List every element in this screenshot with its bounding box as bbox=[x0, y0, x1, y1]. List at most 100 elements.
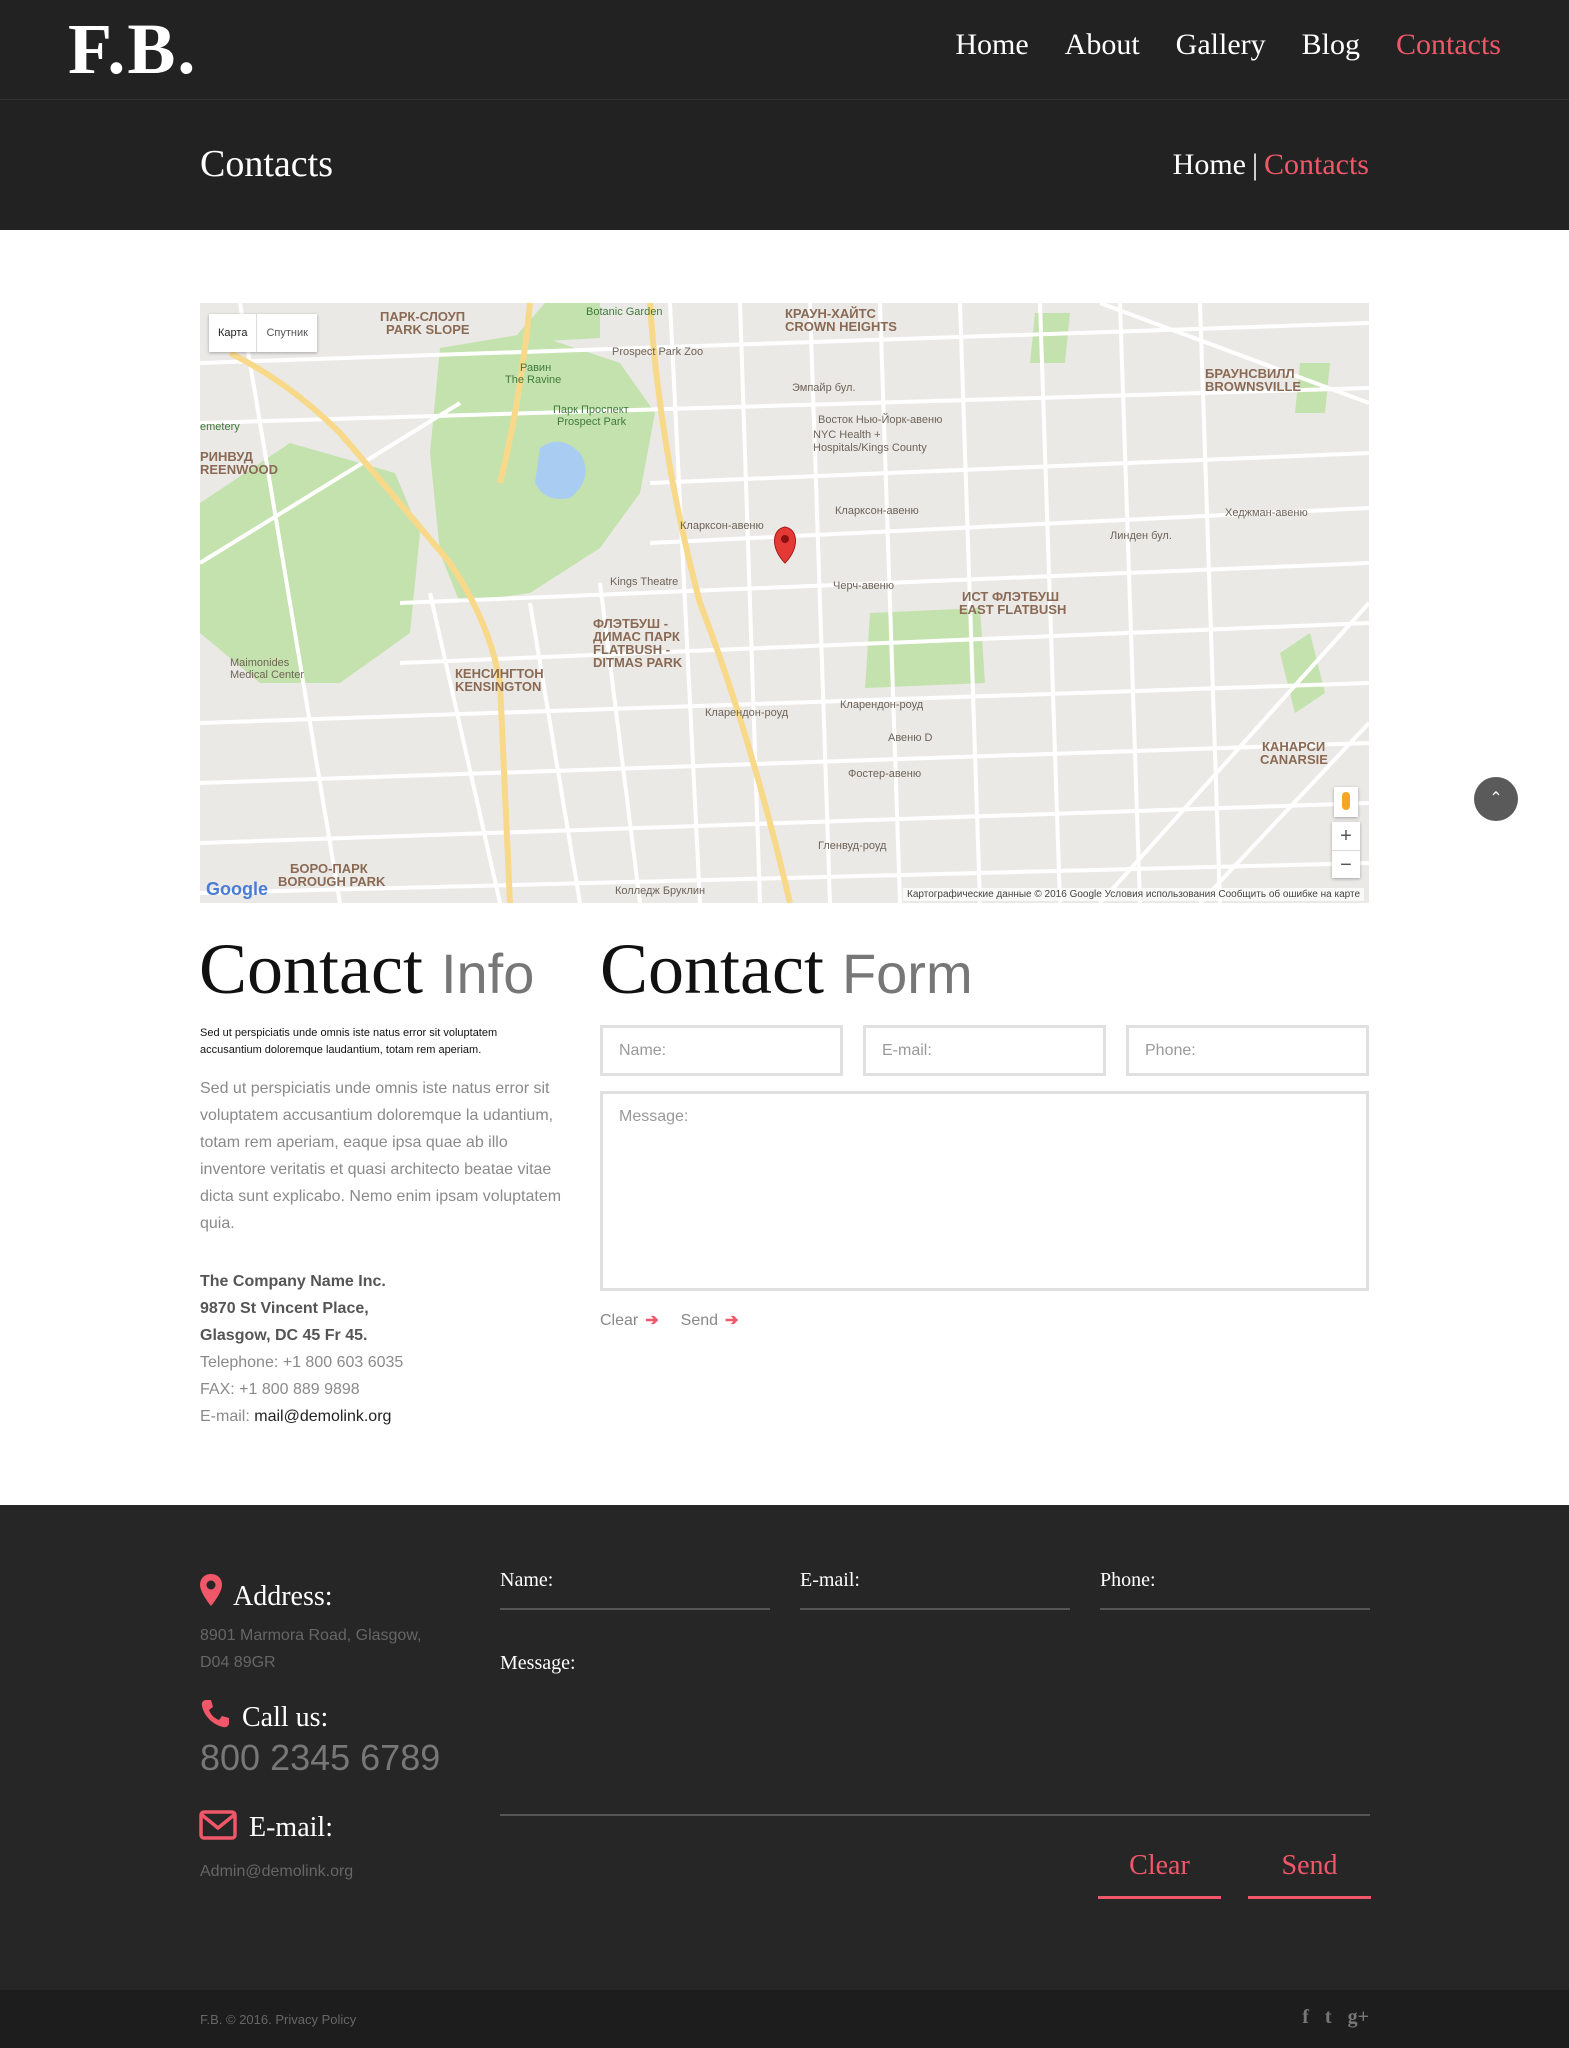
arrow-right-icon: ➔ bbox=[645, 1312, 659, 1329]
nav-gallery[interactable]: Gallery bbox=[1176, 28, 1266, 62]
footer-clear-button[interactable]: Clear bbox=[1098, 1850, 1221, 1899]
footer-email-input[interactable]: E-mail: bbox=[800, 1569, 1070, 1610]
map-label: PARK SLOPE bbox=[386, 322, 470, 337]
map-label: Кларксон-авеню bbox=[835, 505, 919, 517]
map-label: Фостер-авеню bbox=[848, 768, 921, 780]
map-type-satellite[interactable]: Спутник bbox=[256, 314, 316, 352]
map-label: BOROUGH PARK bbox=[278, 874, 386, 889]
email-link[interactable]: mail@demolink.org bbox=[254, 1408, 391, 1425]
bottom-bar: F.B. © 2016. Privacy Policy f t g+ bbox=[0, 1990, 1569, 2048]
map-label: Кларендон-роуд bbox=[840, 699, 924, 711]
map-label: DITMAS PARK bbox=[593, 655, 683, 670]
nav-home[interactable]: Home bbox=[955, 28, 1028, 62]
map-label: KENSINGTON bbox=[455, 679, 541, 694]
send-label: Send bbox=[680, 1312, 719, 1329]
zoom-in-button[interactable]: + bbox=[1332, 822, 1360, 850]
zoom-out-button[interactable]: − bbox=[1332, 850, 1360, 878]
google-plus-icon[interactable]: g+ bbox=[1348, 2006, 1369, 2029]
company-telephone: Telephone: +1 800 603 6035 bbox=[200, 1354, 404, 1371]
heading-light: Form bbox=[841, 942, 973, 1005]
map-label: Prospect Park Zoo bbox=[612, 346, 703, 358]
map-label: Кларксон-авеню bbox=[680, 520, 764, 532]
footer-phone-input[interactable]: Phone: bbox=[1100, 1569, 1370, 1610]
intro-text: Sed ut perspiciatis unde omnis iste natu… bbox=[200, 1080, 562, 1232]
footer-address-text: 8901 Marmora Road, Glasgow, D04 89GR bbox=[200, 1627, 422, 1671]
google-map[interactable]: ПАРК-СЛОУП PARK SLOPE КРАУН-ХАЙТС CROWN … bbox=[200, 303, 1369, 903]
map-canvas: ПАРК-СЛОУП PARK SLOPE КРАУН-ХАЙТС CROWN … bbox=[200, 303, 1369, 903]
copyright[interactable]: F.B. © 2016. Privacy Policy bbox=[200, 2012, 356, 2027]
footer-send-button[interactable]: Send bbox=[1248, 1850, 1371, 1899]
map-zoom-control: + − bbox=[1332, 822, 1360, 878]
map-label: Авеню D bbox=[888, 732, 933, 744]
breadcrumb-separator: | bbox=[1251, 148, 1258, 181]
nav-blog[interactable]: Blog bbox=[1302, 28, 1360, 62]
map-label: Medical Center bbox=[230, 669, 304, 681]
map-label: Восток Нью-Йорк-авеню bbox=[818, 413, 942, 426]
facebook-icon[interactable]: f bbox=[1302, 2006, 1309, 2029]
map-marker-icon bbox=[774, 526, 796, 564]
footer-address-label: Address: bbox=[233, 1581, 333, 1612]
map-label: Hospitals/Kings County bbox=[813, 442, 927, 454]
address-block: The Company Name Inc. 9870 St Vincent Pl… bbox=[200, 1268, 403, 1430]
map-label: Maimonides bbox=[230, 657, 290, 669]
map-label: The Ravine bbox=[505, 374, 561, 386]
heading-main: Contact bbox=[199, 929, 423, 1009]
contact-info-heading: Contact Info bbox=[199, 928, 534, 1011]
map-label: Prospect Park bbox=[557, 416, 627, 428]
company-name: The Company Name Inc. bbox=[200, 1273, 386, 1290]
form-actions: Clear ➔ Send ➔ bbox=[600, 1310, 738, 1330]
map-label: Botanic Garden bbox=[586, 306, 662, 318]
map-type-map[interactable]: Карта bbox=[209, 314, 256, 352]
footer-message-textarea[interactable]: Message: bbox=[500, 1652, 1370, 1816]
map-label: REENWOOD bbox=[200, 462, 278, 477]
top-bar: F.B. Home About Gallery Blog Contacts bbox=[0, 0, 1569, 99]
logo[interactable]: F.B. bbox=[68, 8, 197, 91]
twitter-icon[interactable]: t bbox=[1325, 2006, 1332, 2029]
phone-icon bbox=[201, 1700, 229, 1728]
company-street: 9870 St Vincent Place, bbox=[200, 1300, 369, 1317]
map-label: Эмпайр бул. bbox=[792, 382, 856, 394]
clear-button[interactable]: Clear ➔ bbox=[600, 1310, 659, 1330]
map-type-switch: Карта Спутник bbox=[209, 314, 317, 352]
footer-name-input[interactable]: Name: bbox=[500, 1569, 770, 1610]
map-label: Гленвуд-роуд bbox=[818, 840, 887, 852]
google-logo: Google bbox=[206, 879, 268, 899]
footer-phone[interactable]: 800 2345 6789 bbox=[200, 1737, 440, 1779]
phone-input[interactable]: Phone: bbox=[1126, 1025, 1369, 1076]
map-attribution[interactable]: Картографические данные © 2016 Google Ус… bbox=[903, 888, 1364, 901]
map-label: Колледж Бруклин bbox=[615, 885, 705, 897]
send-button[interactable]: Send ➔ bbox=[681, 1310, 739, 1330]
footer-call-label: Call us: bbox=[242, 1702, 329, 1733]
heading-light: Info bbox=[440, 942, 535, 1005]
map-label: emetery bbox=[200, 421, 240, 433]
map-label: NYC Health + bbox=[813, 429, 881, 441]
map-label: CANARSIE bbox=[1260, 752, 1328, 767]
nav-about[interactable]: About bbox=[1065, 28, 1140, 62]
map-label: EAST FLATBUSH bbox=[959, 602, 1066, 617]
map-label: Хеджман-авеню bbox=[1225, 507, 1308, 519]
nav-contacts[interactable]: Contacts bbox=[1396, 28, 1501, 62]
social-links: f t g+ bbox=[1302, 2006, 1369, 2029]
footer-email[interactable]: Admin@demolink.org bbox=[200, 1858, 353, 1885]
contact-form-heading: Contact Form bbox=[600, 928, 973, 1011]
page-title: Contacts bbox=[200, 143, 333, 185]
map-pin-icon bbox=[200, 1574, 222, 1606]
heading-main: Contact bbox=[600, 929, 824, 1009]
map-label: Равин bbox=[520, 362, 551, 374]
breadcrumb-home[interactable]: Home bbox=[1173, 148, 1246, 181]
arrow-right-icon: ➔ bbox=[725, 1312, 739, 1329]
email-input[interactable]: E-mail: bbox=[863, 1025, 1106, 1076]
company-email-row: E-mail: mail@demolink.org bbox=[200, 1403, 403, 1430]
envelope-icon bbox=[199, 1810, 237, 1840]
scroll-to-top-button[interactable]: ⌃ bbox=[1474, 777, 1518, 821]
name-input[interactable]: Name: bbox=[600, 1025, 843, 1076]
message-textarea[interactable]: Message: bbox=[600, 1091, 1369, 1291]
intro-bold-text: Sed ut perspiciatis unde omnis iste natu… bbox=[200, 1027, 498, 1056]
title-bar: Contacts Home | Contacts bbox=[0, 99, 1569, 230]
email-label: E-mail: bbox=[200, 1408, 255, 1425]
map-label: BROWNSVILLE bbox=[1205, 379, 1301, 394]
main-nav: Home About Gallery Blog Contacts bbox=[955, 28, 1501, 62]
clear-label: Clear bbox=[600, 1312, 639, 1329]
street-view-pegman-icon[interactable] bbox=[1334, 787, 1358, 817]
breadcrumb: Home | Contacts bbox=[1173, 148, 1369, 182]
